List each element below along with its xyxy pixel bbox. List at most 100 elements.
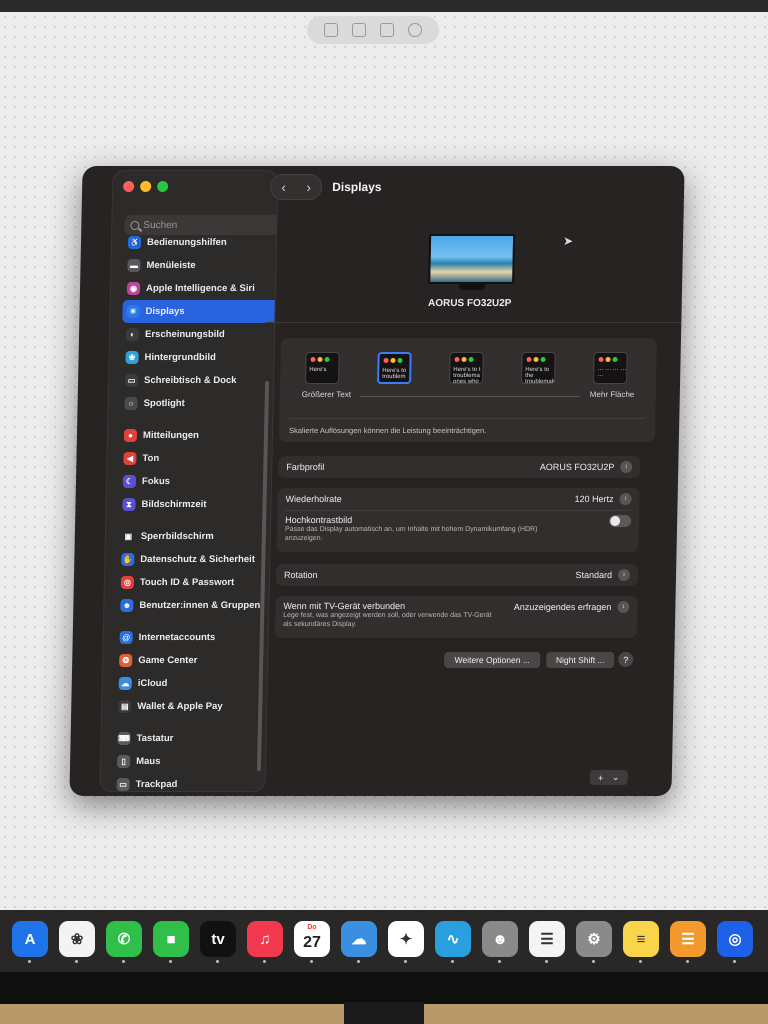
sidebar-item-users[interactable]: ☻ Benutzer:innen & Gruppen — [116, 594, 272, 617]
rotation-row[interactable]: Rotation Standard ↕ — [276, 564, 638, 586]
sidebar-item-siri[interactable]: ◉ Apple Intelligence & Siri — [123, 277, 279, 300]
more-options-button[interactable]: Weitere Optionen ... — [444, 652, 541, 668]
weather-icon[interactable]: ☁ — [341, 921, 377, 963]
text-tool-icon[interactable] — [324, 23, 338, 37]
display-thumbnail[interactable] — [428, 234, 517, 290]
sidebar-item-appearance[interactable]: ◐ Erscheinungsbild — [122, 323, 278, 346]
sidebar-item-label: Hintergrundbild — [144, 352, 216, 363]
running-indicator — [498, 960, 501, 963]
resolution-option[interactable]: Here's to the troublemakers ones who see… — [518, 352, 559, 390]
gamecenter-icon: ❂ — [119, 654, 133, 667]
lockscreen-icon: ▣ — [121, 530, 135, 543]
sound-icon: ◀ — [123, 452, 137, 465]
tv-select[interactable]: Anzuzeigendes erfragen ↕ — [514, 601, 630, 613]
sidebar-item-wallpaper[interactable]: ❀ Hintergrundbild — [121, 346, 277, 369]
sidebar-item-wallet[interactable]: ▤ Wallet & Apple Pay — [114, 695, 270, 718]
sidebar-item-lockscreen[interactable]: ▣ Sperrbildschirm — [118, 525, 274, 548]
refresh-rate-row[interactable]: Wiederholrate 120 Hertz ↕ — [277, 488, 639, 510]
refresh-rate-select[interactable]: 120 Hertz ↕ — [574, 493, 632, 505]
resolution-preview-text: Here's to troublem — [382, 368, 407, 380]
divider — [265, 322, 682, 323]
sidebar-item-display[interactable]: ☀ Displays — [122, 300, 279, 323]
resolution-preview-text: Here's to the troublemakers ones who see… — [525, 367, 556, 384]
hdr-toggle[interactable] — [609, 515, 632, 527]
running-indicator — [404, 960, 407, 963]
apple-tv-icon[interactable]: tv — [200, 921, 236, 963]
minimize-button[interactable] — [140, 181, 152, 192]
display-icon: ☀ — [126, 305, 140, 318]
calendar-icon[interactable]: Do 27 — [294, 921, 330, 963]
siri-icon: ◉ — [126, 282, 141, 295]
sidebar-item-menubar[interactable]: ▬ Menüleiste — [123, 254, 278, 277]
sidebar-item-spotlight[interactable]: ○ Spotlight — [120, 392, 276, 415]
sidebar-item-mouse[interactable]: ▯ Maus — [113, 750, 269, 773]
resolution-slider-track[interactable] — [359, 396, 580, 397]
window-tool-icon[interactable] — [380, 23, 394, 37]
zoom-button[interactable] — [157, 181, 169, 192]
dock-glyph: ■ — [166, 930, 176, 948]
refresh-hdr-panel: Wiederholrate 120 Hertz ↕ Hochkontrastbi… — [276, 488, 640, 552]
sidebar-nav-list: ♿ Bedienungshilfen ▬ Menüleiste ◉ Apple Intel… — [112, 231, 279, 792]
close-button[interactable] — [123, 181, 135, 192]
sidebar-item-label: Sperrbildschirm — [140, 531, 214, 542]
running-indicator — [122, 960, 125, 963]
night-shift-button[interactable]: Night Shift ... — [546, 652, 615, 668]
resolution-option[interactable]: Here's to troublem — [374, 352, 415, 390]
resolution-preview: Here's — [305, 352, 340, 384]
sidebar-item-touchid[interactable]: ◎ Touch ID & Passwort — [117, 571, 273, 594]
sidebar-item-trackpad[interactable]: ▭ Trackpad — [112, 773, 268, 792]
color-profile-row[interactable]: Farbprofil AORUS FO32U2P ↕ — [278, 456, 640, 478]
phone-icon[interactable]: ✆ — [106, 921, 142, 963]
photos-icon[interactable]: ❀ — [59, 921, 95, 963]
forward-button[interactable]: › — [306, 179, 311, 195]
sidebar-item-internet-accounts[interactable]: @ Internetaccounts — [115, 626, 271, 649]
music-icon[interactable]: ♫ — [247, 921, 283, 963]
help-button[interactable]: ? — [618, 652, 634, 667]
navigation-buttons: ‹ › — [269, 174, 323, 200]
contacts-icon[interactable]: ☻ — [482, 921, 518, 963]
sidebar-item-focus[interactable]: ☾ Fokus — [119, 470, 275, 493]
dock-glyph: ☻ — [492, 930, 508, 948]
accessibility-icon: ♿ — [127, 236, 142, 249]
sidebar-item-notifications[interactable]: ● Mitteilungen — [120, 424, 276, 447]
freeform-scribble-icon[interactable]: ∿ — [435, 921, 471, 963]
sidebar-item-label: Benutzer:innen & Gruppen — [139, 600, 261, 611]
sidebar-item-icloud[interactable]: ☁ iCloud — [115, 672, 271, 695]
running-indicator — [733, 960, 736, 963]
display-stand — [459, 284, 486, 290]
resolution-preview: Here's to troublem — [377, 352, 412, 384]
app-store-icon[interactable]: A — [12, 921, 48, 963]
resolution-option[interactable]: Here's to t troublema ones who — [446, 352, 487, 390]
sidebar-item-sound[interactable]: ◀ Ton — [119, 447, 275, 470]
system-settings-icon[interactable]: ⚙ — [576, 921, 612, 963]
facetime-icon[interactable]: ■ — [153, 921, 189, 963]
sidebar-item-desktop-dock[interactable]: ▭ Schreibtisch & Dock — [121, 369, 277, 392]
back-button[interactable]: ‹ — [281, 179, 286, 195]
resolution-option[interactable]: Here's Größerer Text — [302, 352, 351, 399]
sidebar-item-keyboard[interactable]: ⌨ Tastatur — [113, 727, 269, 750]
sidebar-item-label: Displays — [145, 306, 185, 317]
sidebar-item-label: Maus — [136, 756, 161, 767]
reminders-icon[interactable]: ☰ — [529, 921, 565, 963]
add-display-button[interactable]: + ⌄ — [589, 770, 628, 785]
notes-icon[interactable]: ≡ — [623, 921, 659, 963]
sidebar-item-gamecenter[interactable]: ❂ Game Center — [115, 649, 271, 672]
color-profile-select[interactable]: AORUS FO32U2P ↕ — [540, 461, 633, 473]
books-icon[interactable]: ☰ — [670, 921, 706, 963]
touchid-icon: ◎ — [120, 576, 135, 589]
sidebar-item-label: Schreibtisch & Dock — [143, 375, 237, 386]
attach-tool-icon[interactable] — [408, 23, 422, 37]
sidebar-item-privacy[interactable]: ✋ Datenschutz & Sicherheit — [117, 548, 273, 571]
resolution-preview-text: Here's — [309, 367, 327, 373]
dock-glyph: ♫ — [259, 930, 271, 948]
wallpaper-icon: ❀ — [125, 351, 139, 364]
accessibility-app-icon[interactable]: ◎ — [717, 921, 753, 963]
running-indicator — [75, 960, 78, 963]
rotation-select[interactable]: Standard ↕ — [575, 569, 631, 581]
copy-tool-icon[interactable] — [352, 23, 366, 37]
sidebar-item-accessibility[interactable]: ♿ Bedienungshilfen — [124, 231, 279, 254]
freeform-icon[interactable]: ✦ — [388, 921, 424, 963]
sidebar-item-screentime[interactable]: ⧗ Bildschirmzeit — [118, 493, 274, 516]
resolution-option[interactable]: ··· ··· ··· ··· ··· Mehr Fläche — [590, 352, 634, 399]
keyboard-icon: ⌨ — [117, 732, 131, 745]
